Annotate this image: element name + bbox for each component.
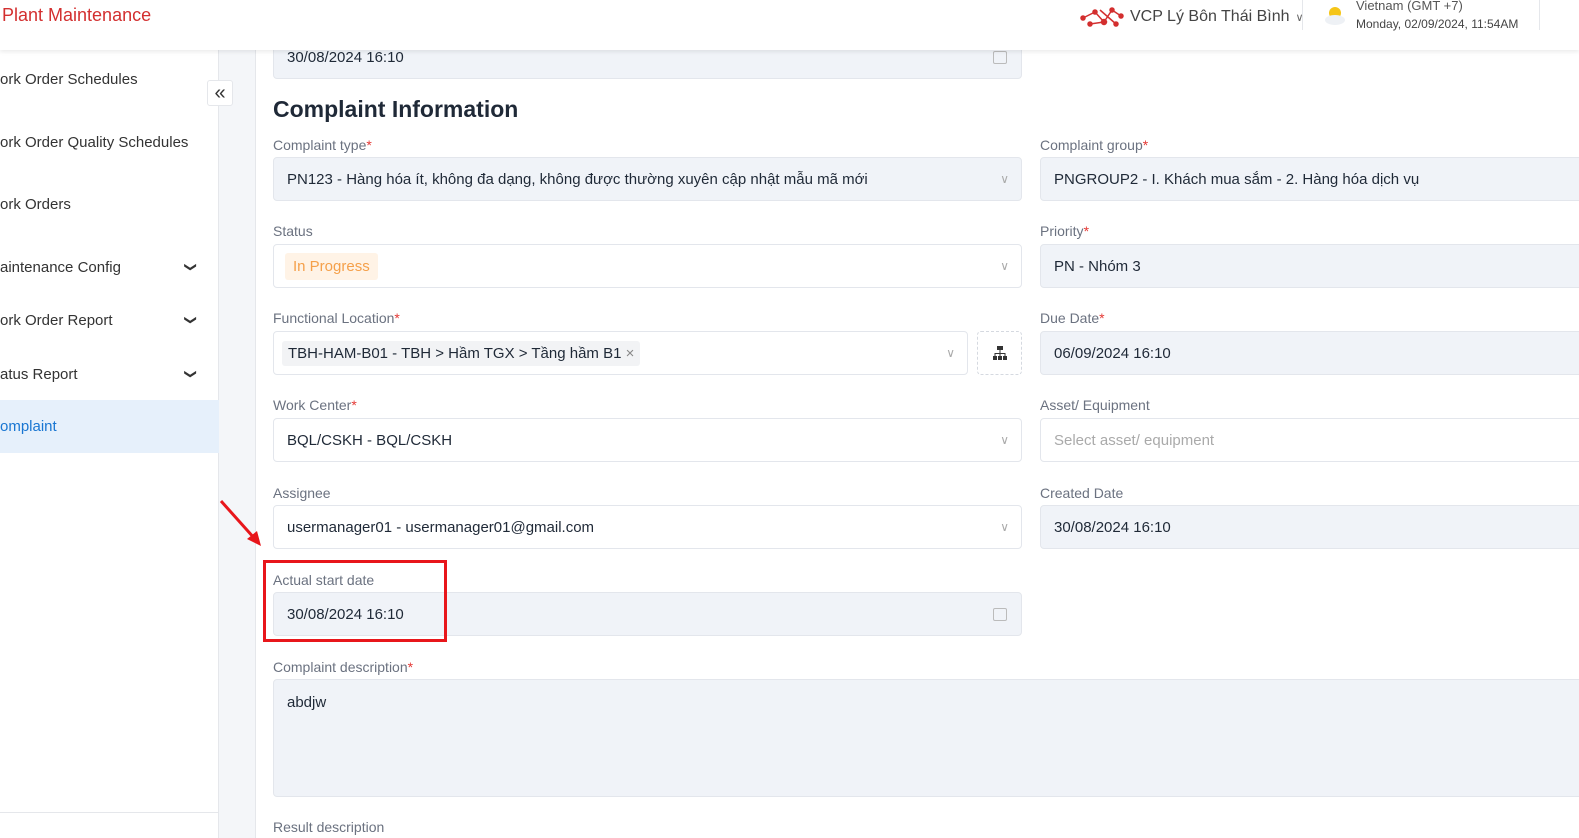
sidebar-item-label: ork Orders	[0, 195, 71, 213]
field-label: Complaint description*	[273, 659, 414, 675]
field-value: BQL/CSKH - BQL/CSKH	[287, 431, 453, 449]
complaint-description-textarea[interactable]: abdjw	[273, 679, 1579, 797]
sidebar-item-label: ork Order Schedules	[0, 70, 138, 88]
field-label: Asset/ Equipment	[1040, 397, 1150, 413]
chevron-down-icon: ❯	[184, 314, 199, 326]
section-title: Complaint Information	[273, 96, 519, 122]
field-label: Functional Location*	[273, 310, 400, 326]
divider	[1539, 0, 1540, 30]
field-value: PNGROUP2 - I. Khách mua sắm - 2. Hàng hó…	[1054, 170, 1420, 188]
field-label: Complaint type*	[273, 137, 372, 153]
due-date-field[interactable]: 06/09/2024 16:10	[1040, 331, 1579, 375]
location-tree-button[interactable]	[977, 331, 1022, 375]
field-label: Priority*	[1040, 223, 1090, 239]
chevron-down-icon: ❯	[184, 261, 199, 273]
created-date-field[interactable]: 30/08/2024 16:10	[1040, 505, 1579, 549]
status-select[interactable]: In Progress ∨	[273, 244, 1022, 288]
field-value: 30/08/2024 16:10	[1054, 518, 1171, 536]
field-label: Work Center*	[273, 397, 357, 413]
status-badge: In Progress	[285, 252, 378, 280]
field-label: Complaint group*	[1040, 137, 1149, 153]
close-icon[interactable]: ×	[626, 345, 635, 362]
sidebar-item-work-orders[interactable]: ork Orders	[0, 178, 219, 230]
placeholder: Select asset/ equipment	[1054, 431, 1215, 449]
sidebar-item-label: atus Report	[0, 365, 78, 383]
sidebar-item-work-order-schedules[interactable]: ork Order Schedules	[0, 53, 219, 105]
sidebar-item-label: ork Order Report	[0, 311, 113, 329]
timezone-info: Vietnam (GMT +7) Monday, 02/09/2024, 11:5…	[1322, 0, 1518, 31]
network-logo-icon	[1080, 7, 1124, 27]
chevron-down-icon: ∨	[946, 346, 955, 360]
chevron-down-icon: ∨	[1000, 172, 1009, 186]
field-label: Due Date*	[1040, 310, 1105, 326]
chevron-down-icon: ∨	[1000, 520, 1009, 534]
field-label: Status	[273, 223, 313, 239]
sidebar-item-maintenance-config[interactable]: aintenance Config ❯	[0, 241, 219, 293]
assignee-select[interactable]: usermanager01 - usermanager01@gmail.com ∨	[273, 505, 1022, 549]
organization-name: VCP Lý Bôn Thái Bình	[1130, 8, 1290, 25]
field-value: PN123 - Hàng hóa ít, không đa dạng, khôn…	[287, 170, 868, 188]
highlight-box-annotation	[263, 560, 447, 642]
field-label: Result description	[273, 819, 385, 835]
sidebar-item-complaint[interactable]: omplaint	[0, 400, 219, 453]
field-value: 30/08/2024 16:10	[287, 48, 404, 66]
hierarchy-icon	[992, 346, 1007, 360]
sidebar-item-label: aintenance Config	[0, 258, 121, 276]
field-value: usermanager01 - usermanager01@gmail.com	[287, 518, 595, 536]
sidebar-item-label: ork Order Quality Schedules	[0, 133, 189, 151]
sidebar: ork Order Schedules ork Order Quality Sc…	[0, 50, 219, 838]
sidebar-item-work-order-report[interactable]: ork Order Report ❯	[0, 294, 219, 346]
calendar-icon	[993, 50, 1007, 64]
sidebar-item-label: omplaint	[0, 418, 57, 435]
collapse-sidebar-button[interactable]: «	[207, 80, 233, 106]
priority-field[interactable]: PN - Nhóm 3	[1040, 244, 1579, 288]
red-arrow-annotation	[219, 499, 261, 546]
selected-tag: TBH-HAM-B01 - TBH > Hầm TGX > Tầng hầm B…	[282, 340, 641, 366]
divider	[0, 812, 219, 813]
calendar-icon	[993, 607, 1007, 621]
complaint-group-field[interactable]: PNGROUP2 - I. Khách mua sắm - 2. Hàng hó…	[1040, 157, 1579, 201]
sidebar-item-work-order-quality-schedules[interactable]: ork Order Quality Schedules	[0, 116, 219, 168]
field-value: PN - Nhóm 3	[1054, 257, 1141, 275]
field-label: Created Date	[1040, 485, 1124, 501]
divider	[1302, 0, 1303, 30]
organization-selector[interactable]: VCP Lý Bôn Thái Bình ∨	[1080, 6, 1304, 28]
field-value: abdjw	[287, 694, 327, 711]
current-datetime: Monday, 02/09/2024, 11:54AM	[1356, 17, 1519, 31]
asset-equipment-select[interactable]: Select asset/ equipment	[1040, 418, 1579, 462]
field-label: Assignee	[273, 485, 331, 501]
work-center-select[interactable]: BQL/CSKH - BQL/CSKH ∨	[273, 418, 1022, 462]
timezone-label: Vietnam (GMT +7)	[1356, 0, 1463, 13]
double-chevron-left-icon: «	[214, 81, 226, 104]
top-header: Plant Maintenance VCP Lý Bôn Thái Bình ∨…	[0, 0, 1579, 50]
tag-label: TBH-HAM-B01 - TBH > Hầm TGX > Tầng hầm B…	[288, 344, 622, 362]
weather-sun-cloud-icon	[1325, 7, 1345, 25]
sidebar-item-status-report[interactable]: atus Report ❯	[0, 348, 219, 400]
chevron-down-icon: ∨	[1000, 433, 1009, 447]
complaint-type-select[interactable]: PN123 - Hàng hóa ít, không đa dạng, khôn…	[273, 157, 1022, 201]
chevron-down-icon: ❯	[184, 368, 199, 380]
functional-location-select[interactable]: TBH-HAM-B01 - TBH > Hầm TGX > Tầng hầm B…	[273, 331, 968, 375]
chevron-down-icon: ∨	[1000, 259, 1009, 273]
field-value: 06/09/2024 16:10	[1054, 344, 1171, 362]
app-title: Plant Maintenance	[2, 5, 152, 25]
